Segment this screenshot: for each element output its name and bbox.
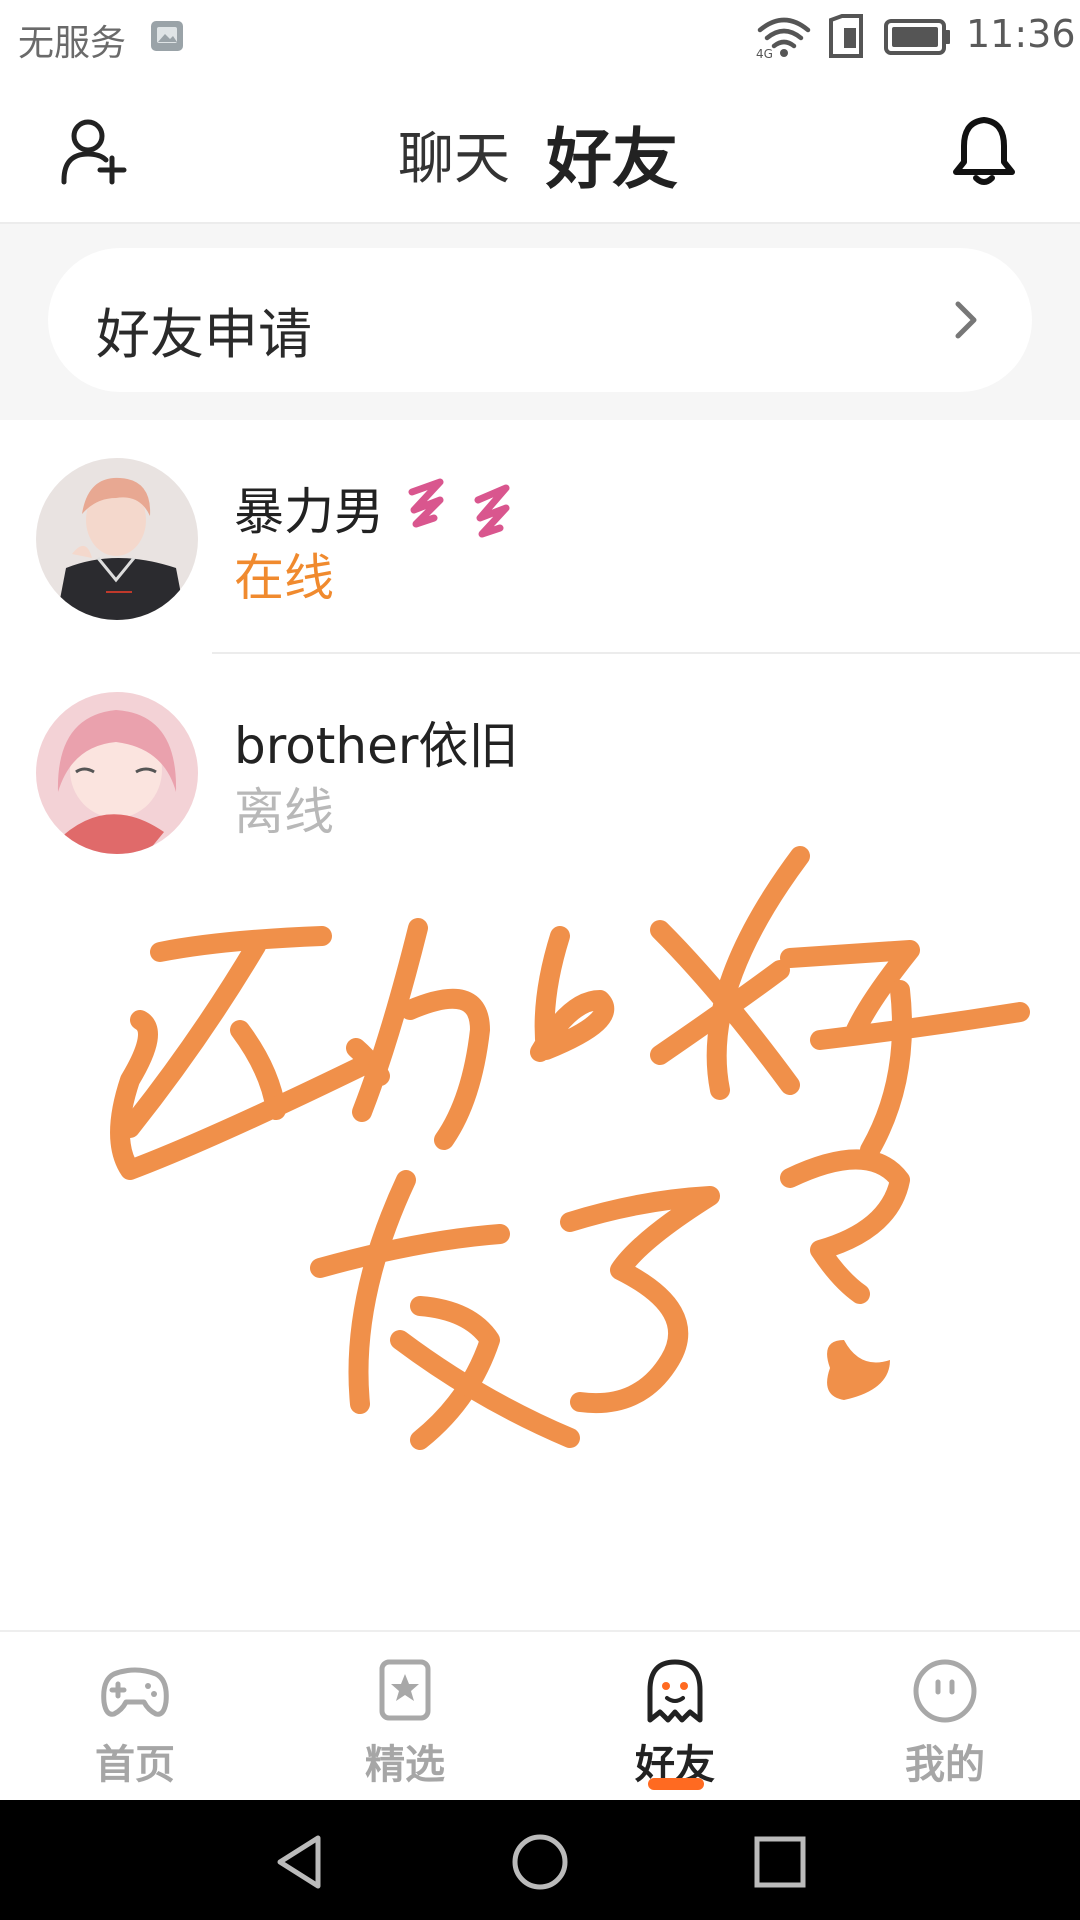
clock: 11:36 [966, 12, 1076, 56]
tab-friends[interactable]: 好友 [546, 106, 678, 202]
friends-page: 无服务 4G 11:36 聊天 好友 好友申请 暴力男 在线 brother依旧… [0, 0, 1080, 1920]
nav-featured[interactable]: 精选 [270, 1632, 540, 1802]
avatar [36, 458, 198, 620]
back-icon[interactable] [270, 1832, 330, 1892]
star-bookmark-icon [379, 1659, 431, 1721]
friend-name: brother依旧 [234, 717, 519, 775]
battery-icon [884, 19, 950, 55]
svg-text:4G: 4G [756, 47, 773, 58]
sleeping-zzz-icon [408, 478, 510, 538]
nav-label: 首页 [95, 1742, 175, 1788]
friend-status: 离线 [234, 783, 334, 841]
sim-card-icon [829, 14, 863, 58]
wifi-icon: 4G [756, 17, 811, 58]
avatar [36, 692, 198, 854]
nav-label: 我的 [905, 1742, 985, 1788]
add-friend-icon[interactable] [60, 116, 132, 188]
friend-name: 暴力男 [234, 483, 384, 541]
top-bar: 聊天 好友 [0, 74, 1080, 250]
tab-bar: 聊天 好友 [398, 104, 698, 250]
friend-request-label: 好友申请 [96, 303, 312, 366]
friend-request-button[interactable]: 好友申请 [48, 248, 1032, 392]
recents-icon[interactable] [750, 1832, 810, 1892]
active-nav-indicator [648, 1778, 704, 1790]
status-bar: 无服务 4G 11:36 [0, 0, 1080, 74]
friend-status: 在线 [234, 549, 334, 607]
home-icon[interactable] [510, 1832, 570, 1892]
tab-chat[interactable]: 聊天 [398, 114, 510, 195]
handwritten-doodle [110, 846, 1030, 1450]
bell-icon[interactable] [950, 114, 1018, 186]
system-nav-bar [0, 1800, 1080, 1920]
chevron-right-icon [955, 301, 977, 339]
carrier-label: 无服务 [18, 23, 127, 64]
nav-friends[interactable]: 好友 [540, 1632, 810, 1802]
gamepad-icon [101, 1667, 169, 1717]
nav-home[interactable]: 首页 [0, 1632, 270, 1802]
nav-me[interactable]: 我的 [810, 1632, 1080, 1802]
bottom-nav: 首页 精选 好友 我的 [0, 1630, 1080, 1802]
ghost-icon [647, 1659, 703, 1723]
smiley-icon [913, 1659, 977, 1723]
image-notification-icon [151, 21, 183, 51]
friend-list-item[interactable]: 暴力男 在线 [0, 420, 1080, 652]
nav-label: 精选 [365, 1742, 445, 1788]
friend-request-section: 好友申请 [0, 224, 1080, 420]
